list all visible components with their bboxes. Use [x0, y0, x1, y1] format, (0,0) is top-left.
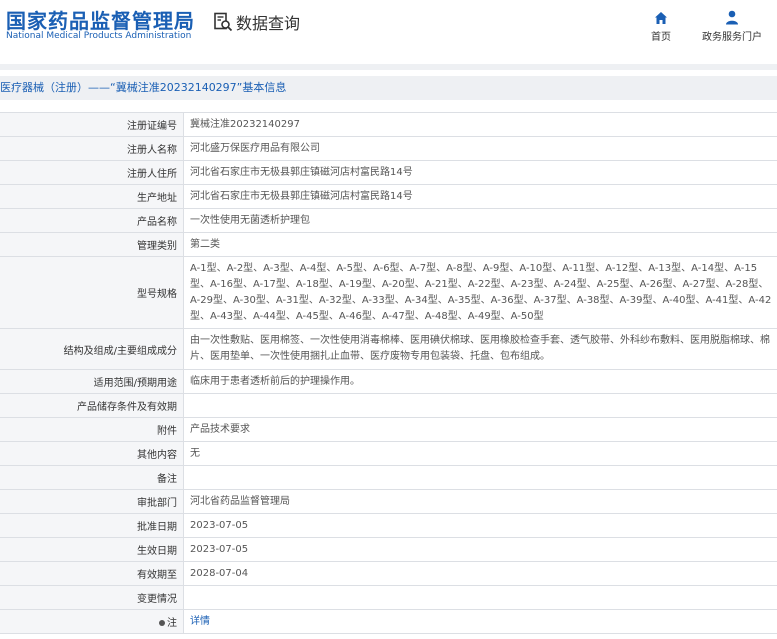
table-row: 批准日期 2023-07-05 — [0, 513, 777, 538]
row-label: 附件 — [0, 417, 184, 442]
row-value: 河北省药品监督管理局 — [183, 489, 777, 514]
table-row: 审批部门 河北省药品监督管理局 — [0, 489, 777, 514]
row-label: 产品名称 — [0, 208, 184, 233]
row-label: 型号规格 — [0, 256, 184, 329]
nav-home-label: 首页 — [651, 32, 671, 43]
row-label: 生效日期 — [0, 537, 184, 562]
row-value: 一次性使用无菌透析护理包 — [183, 208, 777, 233]
row-label: 注册人名称 — [0, 136, 184, 161]
table-row: 变更情况 — [0, 585, 777, 610]
user-icon — [726, 10, 738, 25]
row-label: 管理类别 — [0, 232, 184, 257]
table-row: 生效日期 2023-07-05 — [0, 537, 777, 562]
table-row: 附件 产品技术要求 — [0, 417, 777, 442]
row-label: 批准日期 — [0, 513, 184, 538]
row-label: 变更情况 — [0, 585, 184, 610]
row-label: 注册证编号 — [0, 112, 184, 137]
site-logo-subtitle: National Medical Products Administration — [6, 31, 192, 41]
details-link[interactable]: 详情 — [190, 616, 210, 627]
table-row: 注册人住所 河北省石家庄市无极县郭庄镇磁河店村富民路14号 — [0, 160, 777, 185]
row-label: 有效期至 — [0, 561, 184, 586]
row-value: 产品技术要求 — [183, 417, 777, 442]
table-row: 型号规格 A-1型、A-2型、A-3型、A-4型、A-5型、A-6型、A-7型、A… — [0, 256, 777, 329]
row-value — [183, 393, 777, 418]
table-row: 管理类别 第二类 — [0, 232, 777, 257]
table-row: 有效期至 2028-07-04 — [0, 561, 777, 586]
row-label: 生产地址 — [0, 184, 184, 209]
table-row: 结构及组成/主要组成成分 由一次性敷贴、医用棉签、一次性使用消毒棉棒、医用碘伏棉球… — [0, 328, 777, 370]
table-row: 备注 — [0, 465, 777, 490]
data-query-label: 数据查询 — [236, 14, 301, 33]
row-label-note: 注 — [0, 609, 184, 634]
site-header: 国家药品监督管理局 National Medical Products Admi… — [0, 0, 777, 52]
breadcrumb-divider — [0, 64, 777, 70]
breadcrumb: 医疗器械（注册）——“冀械注准20232140297”基本信息 — [0, 76, 777, 100]
nav-service-portal-label: 政务服务门户 — [702, 32, 762, 43]
row-label: 注册人住所 — [0, 160, 184, 185]
row-value: 详情 — [183, 609, 777, 634]
row-value: 第二类 — [183, 232, 777, 257]
table-row: 适用范围/预期用途 临床用于患者透析前后的护理操作用。 — [0, 369, 777, 394]
row-label: 结构及组成/主要组成成分 — [0, 328, 184, 370]
registration-info-table: 注册证编号 冀械注准20232140297 注册人名称 河北盛万保医疗用品有限公司 … — [0, 112, 777, 634]
table-row: 生产地址 河北省石家庄市无极县郭庄镇磁河店村富民路14号 — [0, 184, 777, 209]
row-label: 其他内容 — [0, 441, 184, 466]
note-label: 注 — [167, 618, 177, 629]
row-label: 备注 — [0, 465, 184, 490]
document-search-icon — [213, 12, 233, 32]
table-row: 其他内容无 — [0, 441, 777, 466]
row-value: 2028-07-04 — [183, 561, 777, 586]
nav-service-portal[interactable]: 政务服务门户 — [698, 7, 766, 43]
home-icon — [655, 12, 667, 24]
row-value: 无 — [183, 441, 777, 466]
site-logo-title[interactable]: 国家药品监督管理局 — [6, 5, 195, 34]
row-value — [183, 585, 777, 610]
row-value — [183, 465, 777, 490]
nav-home[interactable]: 首页 — [645, 7, 677, 43]
data-query-link[interactable]: 数据查询 — [213, 11, 300, 33]
table-row: 产品名称 一次性使用无菌透析护理包 — [0, 208, 777, 233]
table-row: 注 详情 — [0, 609, 777, 634]
row-label: 产品储存条件及有效期 — [0, 393, 184, 418]
table-row: 产品储存条件及有效期 — [0, 393, 777, 418]
row-value: 临床用于患者透析前后的护理操作用。 — [183, 369, 777, 394]
pin-icon — [159, 620, 165, 626]
row-value: 2023-07-05 — [183, 513, 777, 538]
row-value: 2023-07-05 — [183, 537, 777, 562]
table-row: 注册证编号 冀械注准20232140297 — [0, 112, 777, 137]
row-value: 由一次性敷贴、医用棉签、一次性使用消毒棉棒、医用碘伏棉球、医用橡胶检查手套、透气… — [183, 328, 777, 370]
row-label: 审批部门 — [0, 489, 184, 514]
row-value: A-1型、A-2型、A-3型、A-4型、A-5型、A-6型、A-7型、A-8型、… — [183, 256, 777, 329]
row-value: 河北盛万保医疗用品有限公司 — [183, 136, 777, 161]
row-value: 河北省石家庄市无极县郭庄镇磁河店村富民路14号 — [183, 160, 777, 185]
row-value: 冀械注准20232140297 — [183, 112, 777, 137]
row-label: 适用范围/预期用途 — [0, 369, 184, 394]
breadcrumb-spacer — [0, 100, 777, 112]
table-row: 注册人名称 河北盛万保医疗用品有限公司 — [0, 136, 777, 161]
row-value: 河北省石家庄市无极县郭庄镇磁河店村富民路14号 — [183, 184, 777, 209]
